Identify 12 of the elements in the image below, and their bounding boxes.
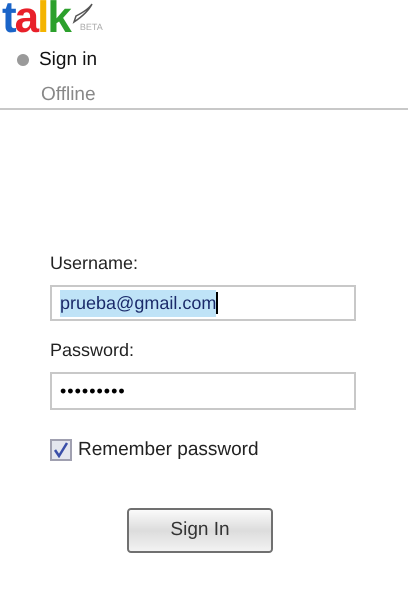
status-text: Offline bbox=[40, 82, 97, 106]
username-label: Username: bbox=[50, 252, 140, 275]
beta-label: BETA bbox=[80, 20, 103, 34]
remember-label: Remember password bbox=[78, 438, 259, 462]
sign-in-button[interactable]: Sign In bbox=[127, 508, 273, 552]
password-label: Password: bbox=[50, 339, 136, 362]
sign-in-title: Sign in bbox=[39, 48, 98, 72]
password-field[interactable]: ••••••••• bbox=[50, 372, 356, 410]
logo: talk bbox=[2, 0, 70, 38]
swoosh-icon bbox=[72, 2, 94, 24]
username-field[interactable]: prueba@gmail.com bbox=[50, 285, 356, 321]
remember-checkbox[interactable] bbox=[50, 439, 72, 462]
